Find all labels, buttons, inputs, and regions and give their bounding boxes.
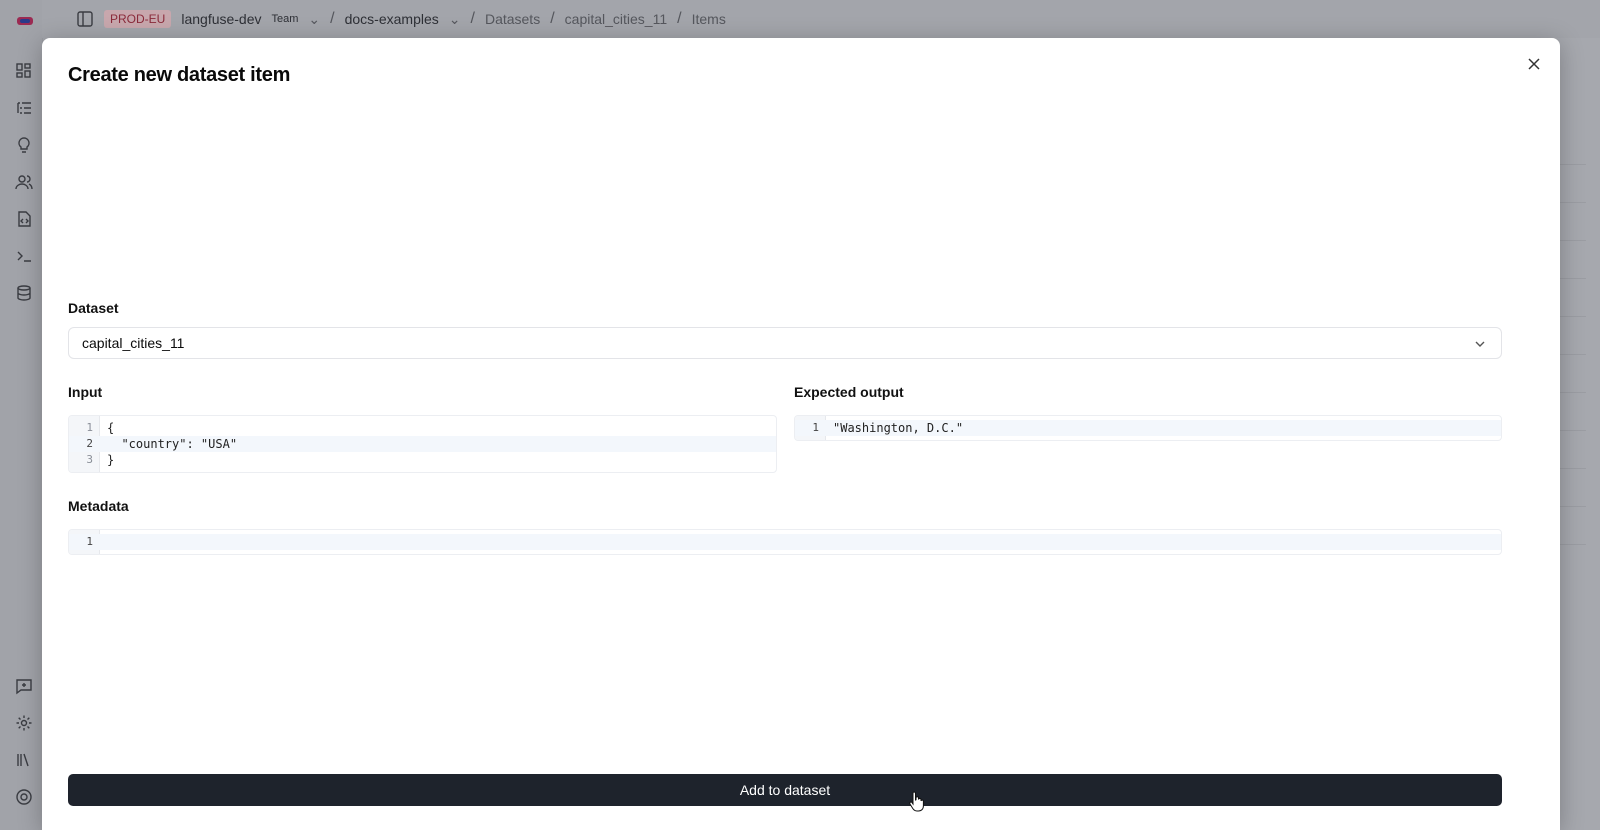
chevron-down-icon[interactable]: ⌄: [449, 11, 461, 28]
chevron-down-icon[interactable]: ⌄: [308, 11, 320, 28]
breadcrumb-items: Items: [691, 11, 726, 27]
input-label: Input: [68, 384, 103, 400]
terminal-icon[interactable]: [15, 247, 33, 265]
metadata-label: Metadata: [68, 498, 129, 514]
breadcrumb-dataset[interactable]: capital_cities_11: [565, 11, 667, 27]
chevron-down-icon: [1473, 337, 1487, 351]
metadata-editor[interactable]: 1: [68, 529, 1502, 555]
settings-icon[interactable]: [15, 714, 33, 732]
prompt-file-icon[interactable]: [15, 210, 33, 228]
langfuse-logo-icon: [17, 17, 33, 25]
expected-output-label: Expected output: [794, 384, 904, 400]
breadcrumb-separator: /: [677, 10, 682, 27]
users-icon[interactable]: [15, 173, 33, 191]
breadcrumb-project[interactable]: docs-examples: [345, 11, 439, 27]
dashboard-icon[interactable]: [15, 62, 33, 80]
breadcrumb: PROD-EU langfuse-dev Team ⌄ / docs-examp…: [42, 0, 1600, 38]
breadcrumb-datasets[interactable]: Datasets: [485, 11, 540, 27]
input-editor[interactable]: 1{ 2 "country": "USA" 3}: [68, 415, 777, 473]
sidebar-toggle-icon[interactable]: [76, 10, 94, 28]
close-icon[interactable]: [1526, 56, 1542, 72]
dataset-select[interactable]: capital_cities_11: [68, 327, 1502, 359]
code-line: 1 "Washington, D.C.": [795, 420, 1501, 436]
code-line: 2 "country": "USA": [69, 436, 776, 452]
code-line: 1: [69, 534, 1501, 550]
breadcrumb-org[interactable]: langfuse-dev: [181, 11, 261, 27]
breadcrumb-separator: /: [550, 10, 555, 27]
support-icon[interactable]: [15, 788, 33, 806]
code-line: 1{: [86, 421, 115, 435]
dataset-label: Dataset: [68, 300, 119, 316]
app-sidebar: [0, 0, 43, 830]
library-icon[interactable]: [15, 751, 33, 769]
traces-icon[interactable]: [15, 99, 33, 117]
breadcrumb-separator: /: [330, 10, 335, 27]
dataset-select-value: capital_cities_11: [82, 335, 185, 351]
org-plan-badge: Team: [271, 13, 299, 25]
hand-cursor-icon: [909, 791, 924, 812]
database-icon[interactable]: [15, 284, 33, 302]
lightbulb-icon[interactable]: [15, 136, 33, 154]
breadcrumb-separator: /: [470, 10, 475, 27]
feedback-icon[interactable]: [15, 677, 33, 695]
add-to-dataset-button[interactable]: Add to dataset: [68, 774, 1502, 806]
dialog-title: Create new dataset item: [68, 64, 291, 86]
expected-output-editor[interactable]: 1 "Washington, D.C.": [794, 415, 1502, 441]
code-line: 3}: [86, 453, 115, 467]
environment-badge: PROD-EU: [104, 10, 172, 28]
create-dataset-item-dialog: Create new dataset item Dataset capital_…: [42, 38, 1560, 830]
